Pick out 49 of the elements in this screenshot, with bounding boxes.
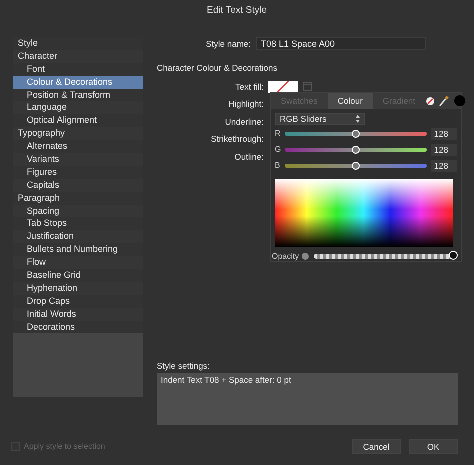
field-label: Highlight: [228, 99, 264, 110]
slider-thumb[interactable] [352, 146, 360, 154]
slider-thumb[interactable] [352, 162, 360, 170]
sidebar-item[interactable]: Baseline Grid [13, 269, 143, 282]
eyedropper-icon[interactable] [438, 95, 450, 107]
field-label: Outline: [234, 152, 264, 162]
sidebar-item[interactable]: Alternates [13, 140, 143, 154]
channel-label: G [275, 145, 282, 154]
sidebar-item[interactable]: Decorations [13, 320, 143, 334]
field-label: Strikethrough: [210, 134, 264, 144]
style-settings-text: Indent Text T08 + Space after: 0 pt [161, 375, 292, 385]
style-name-label: Style name: [206, 38, 251, 48]
channel-label: B [275, 161, 282, 170]
tab[interactable]: Colour [328, 93, 373, 109]
slider-thumb[interactable] [352, 130, 360, 138]
sidebar-item[interactable]: Font [13, 62, 143, 76]
style-settings-label: Style settings: [157, 361, 211, 371]
no-colour-icon[interactable] [426, 96, 435, 106]
opacity-swatch-icon [302, 253, 310, 260]
colour-swatch-icon[interactable] [454, 95, 466, 107]
value-field[interactable]: 128 [431, 128, 457, 140]
opacity-label: Opacity [272, 252, 300, 261]
value-field[interactable]: 128 [431, 160, 457, 172]
colour-spectrum[interactable] [275, 179, 453, 247]
slider-track[interactable] [284, 148, 428, 152]
dialog-button[interactable]: OK [409, 439, 458, 454]
sidebar-item[interactable]: Colour & Decorations [13, 76, 143, 89]
slider-thumb[interactable] [449, 251, 458, 260]
sidebar-item[interactable]: Style [13, 37, 143, 50]
section-heading: Character Colour & Decorations [157, 63, 278, 73]
sidebar-item[interactable]: Drop Caps [13, 294, 143, 308]
sidebar-item[interactable]: Bullets and Numbering [13, 243, 143, 256]
style-name-field[interactable]: T08 L1 Space A00 [256, 37, 426, 50]
slider-track[interactable] [284, 164, 428, 168]
sidebar-item[interactable]: Position & Transform [13, 88, 143, 102]
channel-label: R [275, 129, 282, 138]
text-fill-swatch[interactable] [268, 80, 298, 93]
updown-icon [356, 115, 360, 123]
sidebar-item[interactable]: Paragraph [13, 192, 143, 205]
sidebar-item[interactable]: Optical Alignment [13, 114, 143, 128]
mode-dropdown[interactable]: RGB Sliders [275, 113, 365, 125]
dialog-button[interactable]: Cancel [352, 439, 401, 454]
field-label: Text fill: [234, 82, 264, 92]
sidebar-item[interactable]: Figures [13, 166, 143, 179]
sidebar-item[interactable]: Tab Stops [13, 217, 143, 230]
field-label: Underline: [224, 116, 264, 127]
window-title: Edit Text Style [206, 4, 268, 17]
value-field[interactable]: 128 [431, 144, 457, 156]
slider-track[interactable] [284, 132, 428, 136]
